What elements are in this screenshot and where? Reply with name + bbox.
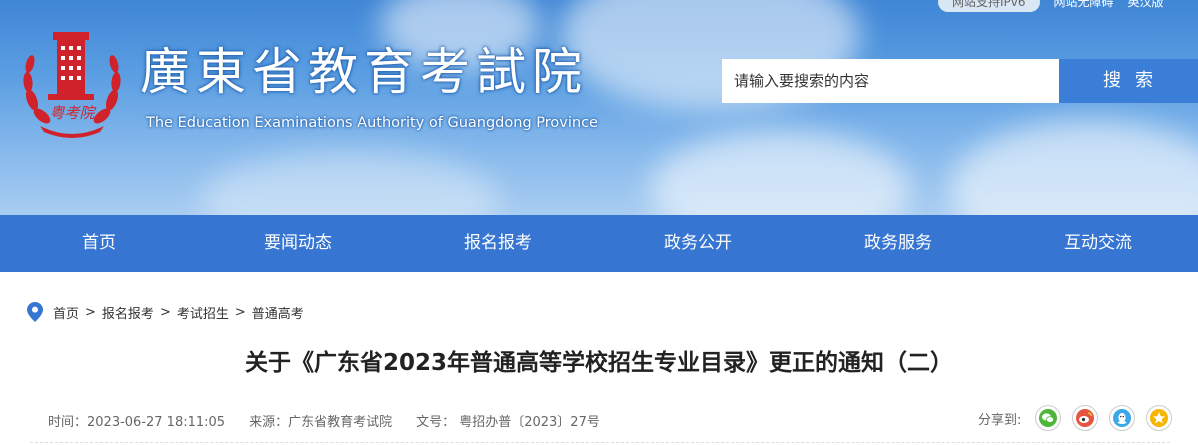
article-meta: 时间：2023-06-27 18:11:05 来源：广东省教育考试院 文号： 粤…: [48, 411, 600, 430]
wechat-share-button[interactable]: [1035, 405, 1062, 431]
nav-item-gov-services[interactable]: 政务服务: [798, 215, 998, 272]
cloud-decoration: [650, 130, 910, 215]
share-bar: 分享到:: [978, 405, 1183, 431]
nav-item-gov-affairs[interactable]: 政务公开: [598, 215, 798, 272]
article-source: 来源：广东省教育考试院: [249, 415, 393, 430]
article-title: 关于《广东省2023年普通高等学校招生专业目录》更正的通知（二）: [244, 350, 953, 376]
share-label: 分享到:: [978, 412, 1022, 428]
search-box: [722, 59, 1059, 103]
language-link[interactable]: 英汉版: [1128, 0, 1164, 12]
breadcrumb-separator: >: [85, 304, 96, 320]
eea-emblem-icon: 粤考院: [23, 32, 121, 138]
document-number: 文号： 粤招办普〔2023〕27号: [416, 415, 600, 430]
nav-item-registration[interactable]: 报名报考: [398, 215, 598, 272]
nav-item-news[interactable]: 要闻动态: [198, 215, 398, 272]
weibo-icon: [1076, 409, 1095, 427]
site-subtitle: The Education Examinations Authority of …: [146, 115, 598, 131]
main-nav: 首页 要闻动态 报名报考 政务公开 政务服务 互动交流: [0, 215, 1198, 272]
qzone-icon: [1150, 409, 1169, 427]
weibo-share-button[interactable]: [1072, 405, 1099, 431]
wechat-icon: [1039, 409, 1058, 427]
site-header: 网站支持IPv6 网站无障碍 英汉版 粤考院 廣東省教育考試院 The Educ…: [0, 0, 1198, 215]
breadcrumb-registration[interactable]: 报名报考: [102, 303, 154, 322]
search-button[interactable]: 搜索: [1059, 59, 1198, 103]
breadcrumb-separator: >: [159, 304, 171, 320]
qq-share-button[interactable]: [1109, 405, 1136, 431]
nav-item-home[interactable]: 首页: [0, 215, 198, 272]
publish-time: 时间：2023-06-27 18:11:05: [48, 415, 226, 430]
qq-icon: [1113, 409, 1132, 427]
top-bar: 网站支持IPv6 网站无障碍 英汉版: [938, 0, 1164, 12]
breadcrumb-exam-admission[interactable]: 考试招生: [177, 303, 229, 322]
site-title: 廣東省教育考試院: [140, 43, 588, 101]
accessibility-link[interactable]: 网站无障碍: [1054, 0, 1114, 12]
breadcrumb-home[interactable]: 首页: [53, 303, 79, 322]
cloud-decoration: [200, 150, 500, 215]
cloud-decoration: [950, 120, 1198, 215]
breadcrumb-gaokao[interactable]: 普通高考: [252, 303, 304, 322]
qzone-share-button[interactable]: [1146, 405, 1173, 431]
svg-text:粤考院: 粤考院: [49, 104, 96, 122]
location-pin-icon: [27, 302, 43, 322]
nav-item-interaction[interactable]: 互动交流: [998, 215, 1198, 272]
breadcrumb: 首页 > 报名报考 > 考试招生 > 普通高考: [27, 302, 304, 322]
breadcrumb-separator: >: [234, 304, 246, 320]
content-divider: [30, 442, 1170, 443]
search-input[interactable]: [722, 59, 1059, 103]
ipv6-badge: 网站支持IPv6: [938, 0, 1040, 12]
